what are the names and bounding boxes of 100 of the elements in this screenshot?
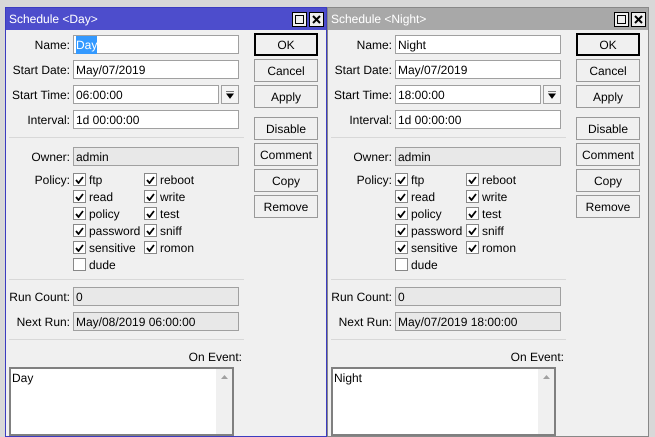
policy-label: Policy:: [356, 172, 393, 188]
dialog-button[interactable]: Cancel: [254, 59, 318, 82]
script-textarea[interactable]: Night: [331, 367, 556, 436]
checkbox[interactable]: [466, 207, 479, 220]
policy-checkbox[interactable]: sensitive: [73, 239, 144, 256]
checkbox[interactable]: [395, 173, 408, 186]
policy-checkbox[interactable]: write: [466, 188, 546, 205]
policy-checkbox[interactable]: read: [395, 188, 466, 205]
dropdown-button[interactable]: [221, 85, 239, 104]
close-button[interactable]: [631, 12, 646, 26]
policy-checkbox[interactable]: write: [144, 188, 224, 205]
field-label: Owner:: [30, 148, 71, 166]
dialog-button[interactable]: Apply: [254, 85, 318, 108]
time-field[interactable]: 18:00:00: [395, 85, 541, 104]
down-arrow-icon: [226, 90, 234, 98]
window-title: Schedule <Night>: [331, 11, 426, 28]
policy-checkbox[interactable]: dude: [395, 256, 466, 273]
field-label: Start Date:: [12, 62, 71, 78]
policy-checkbox[interactable]: romon: [144, 239, 224, 256]
field-label: Name:: [356, 36, 393, 54]
field-label: Owner:: [352, 148, 393, 166]
dialog-button[interactable]: Remove: [576, 195, 640, 218]
policy-checkbox[interactable]: reboot: [466, 171, 546, 188]
readonly-field: May/08/2019 06:00:00: [73, 312, 239, 331]
checkbox[interactable]: [144, 207, 157, 220]
dialog-button[interactable]: Comment: [254, 143, 318, 166]
owner-field: admin: [395, 147, 561, 166]
maximize-button[interactable]: [292, 12, 307, 26]
policy-checkbox[interactable]: reboot: [144, 171, 224, 188]
field-label: Start Date:: [334, 62, 393, 78]
scrollbar[interactable]: [538, 369, 554, 434]
dialog-button[interactable]: Disable: [254, 117, 318, 140]
checkbox[interactable]: [466, 224, 479, 237]
field-label: Name:: [34, 36, 71, 54]
policy-checkbox[interactable]: sniff: [466, 222, 546, 239]
dialog-button[interactable]: Comment: [576, 143, 640, 166]
policy-checkbox[interactable]: policy: [395, 205, 466, 222]
close-button[interactable]: [309, 12, 324, 26]
field-label: Start Time:: [10, 86, 71, 104]
policy-checkbox[interactable]: test: [466, 205, 546, 222]
policy-checkbox[interactable]: password: [395, 222, 466, 239]
readonly-field: May/07/2019 18:00:00: [395, 312, 561, 331]
checkbox[interactable]: [395, 241, 408, 254]
policy-checkbox[interactable]: ftp: [395, 171, 466, 188]
input-field[interactable]: Night: [395, 35, 561, 54]
window-title: Schedule <Day>: [9, 11, 98, 28]
input-field[interactable]: 1d 00:00:00: [73, 110, 239, 129]
dialog-button[interactable]: Remove: [254, 195, 318, 218]
checkbox[interactable]: [466, 241, 479, 254]
dialog-button[interactable]: Cancel: [576, 59, 640, 82]
checkbox[interactable]: [466, 190, 479, 203]
dropdown-button[interactable]: [543, 85, 561, 104]
input-field[interactable]: May/07/2019: [73, 60, 239, 79]
time-field[interactable]: 06:00:00: [73, 85, 219, 104]
field-label: Run Count:: [9, 288, 71, 306]
maximize-icon: [295, 14, 304, 24]
policy-checkbox[interactable]: read: [73, 188, 144, 205]
input-field[interactable]: 1d 00:00:00: [395, 110, 561, 129]
checkbox[interactable]: [73, 258, 86, 271]
policy-checkbox[interactable]: test: [144, 205, 224, 222]
checkbox[interactable]: [395, 190, 408, 203]
maximize-icon: [617, 14, 626, 24]
field-label: Interval:: [26, 112, 71, 128]
on-event-label: On Event:: [510, 349, 564, 366]
checkbox[interactable]: [73, 241, 86, 254]
dialog-button[interactable]: Copy: [576, 169, 640, 192]
dialog-button[interactable]: OK: [576, 33, 640, 56]
policy-checkbox[interactable]: policy: [73, 205, 144, 222]
policy-checkbox[interactable]: sniff: [144, 222, 224, 239]
checkbox[interactable]: [73, 190, 86, 203]
checkbox[interactable]: [73, 207, 86, 220]
checkbox[interactable]: [466, 173, 479, 186]
checkbox[interactable]: [73, 173, 86, 186]
up-arrow-icon: [220, 375, 228, 379]
checkbox[interactable]: [144, 173, 157, 186]
checkbox[interactable]: [144, 190, 157, 203]
checkbox[interactable]: [144, 224, 157, 237]
checkbox[interactable]: [395, 258, 408, 271]
scrollbar[interactable]: [216, 369, 232, 434]
down-arrow-icon: [548, 90, 556, 98]
dialog-button[interactable]: Copy: [254, 169, 318, 192]
checkbox[interactable]: [395, 207, 408, 220]
checkbox[interactable]: [144, 241, 157, 254]
checkbox[interactable]: [395, 224, 408, 237]
checkbox[interactable]: [73, 224, 86, 237]
maximize-button[interactable]: [614, 12, 629, 26]
dialog-button[interactable]: OK: [254, 33, 318, 56]
policy-checkbox[interactable]: password: [73, 222, 144, 239]
readonly-field: 0: [73, 287, 239, 306]
dialog-button[interactable]: Apply: [576, 85, 640, 108]
policy-label: Policy:: [34, 172, 71, 188]
policy-checkbox[interactable]: ftp: [73, 171, 144, 188]
policy-checkbox[interactable]: dude: [73, 256, 144, 273]
dialog-button[interactable]: Disable: [576, 117, 640, 140]
policy-checkbox[interactable]: romon: [466, 239, 546, 256]
field-label: Start Time:: [332, 86, 393, 104]
policy-checkbox[interactable]: sensitive: [395, 239, 466, 256]
script-textarea[interactable]: Day: [9, 367, 234, 436]
owner-field: admin: [73, 147, 239, 166]
input-field[interactable]: May/07/2019: [395, 60, 561, 79]
